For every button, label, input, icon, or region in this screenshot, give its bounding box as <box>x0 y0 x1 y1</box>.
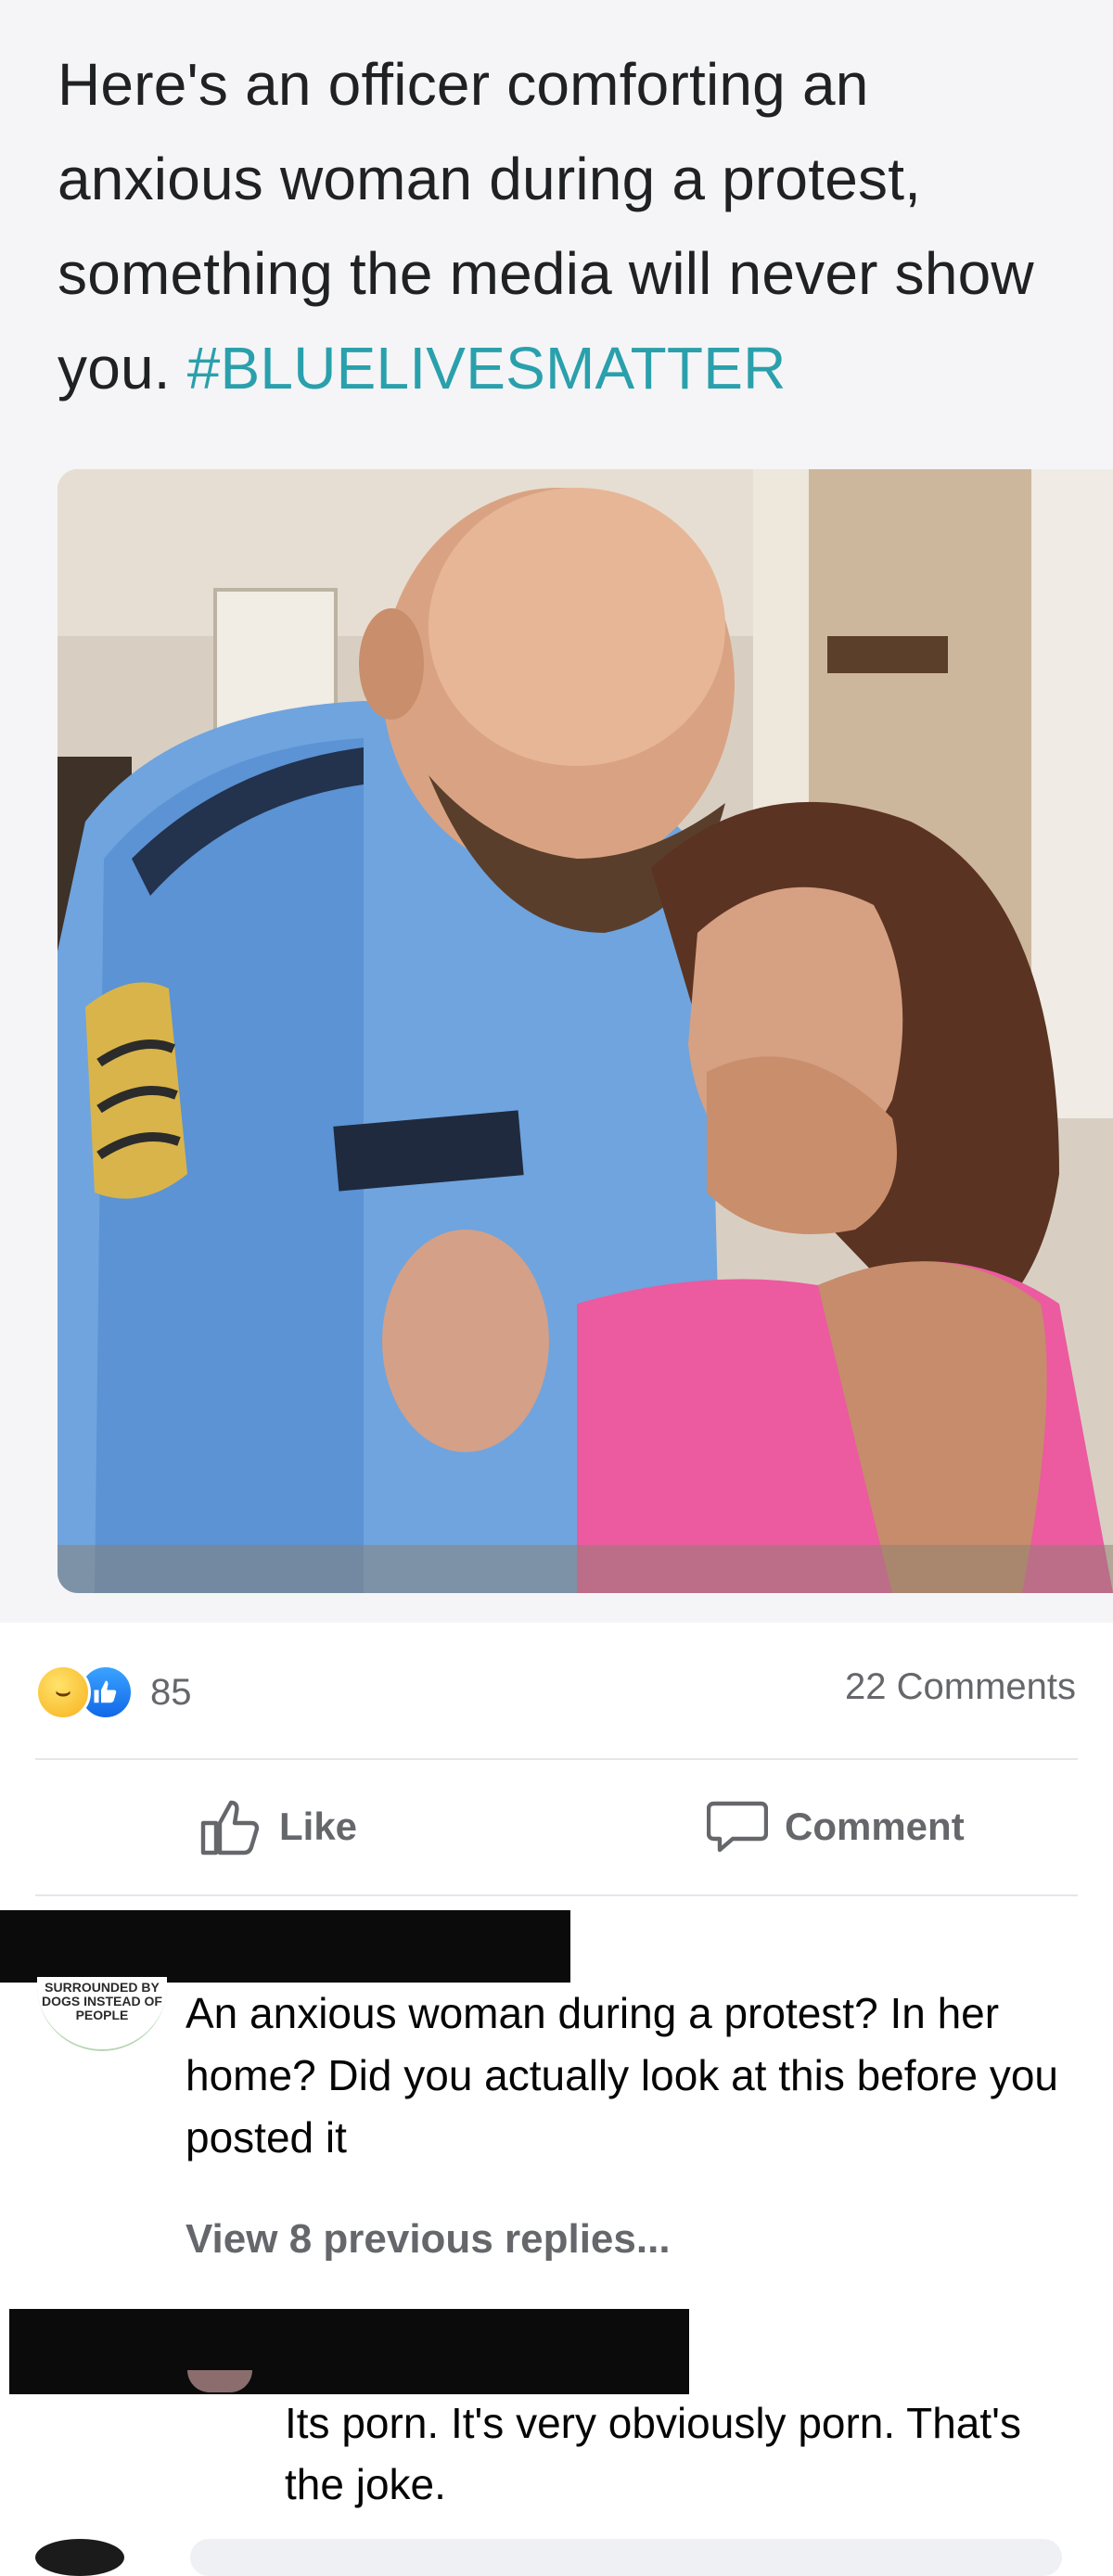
comment-button[interactable]: Comment <box>707 1794 965 1859</box>
divider-bottom <box>35 1894 1078 1896</box>
commenter-avatar[interactable]: SURROUNDED BY DOGS INSTEAD OF PEOPLE <box>37 1977 167 2051</box>
thumbs-up-outline-icon <box>200 1800 260 1855</box>
reaction-count: 85 <box>150 1671 192 1713</box>
reply-body: Its porn. It's very obviously porn. That… <box>285 2399 1021 2508</box>
photo-illustration <box>58 469 1113 1593</box>
comment-label: Comment <box>785 1804 965 1848</box>
reactions-summary[interactable]: ⌣ 85 <box>35 1664 192 1720</box>
comment-bubble-icon <box>707 1801 768 1853</box>
post-caption: Here's an officer comforting an anxious … <box>58 37 1087 415</box>
comment-count-link[interactable]: 22 Comments <box>845 1666 1076 1708</box>
current-user-avatar <box>35 2539 124 2576</box>
redacted-commenter-name <box>0 1910 570 1983</box>
like-button[interactable]: Like <box>199 1794 357 1859</box>
thumbs-up-icon <box>94 1680 117 1703</box>
divider-top <box>35 1758 1078 1760</box>
haha-reaction-icon: ⌣ <box>35 1664 91 1720</box>
like-label: Like <box>279 1804 358 1848</box>
view-previous-replies-link[interactable]: View 8 previous replies... <box>186 2216 671 2263</box>
avatar-text: SURROUNDED BY DOGS INSTEAD OF PEOPLE <box>42 1980 162 2022</box>
hashtag-link[interactable]: #BLUELIVESMATTER <box>187 335 787 402</box>
write-comment-input[interactable] <box>190 2539 1062 2576</box>
redacted-replier-name <box>9 2309 689 2394</box>
comment-body: An anxious woman during a protest? In he… <box>186 1989 1058 2162</box>
post-photo[interactable] <box>58 469 1113 1593</box>
